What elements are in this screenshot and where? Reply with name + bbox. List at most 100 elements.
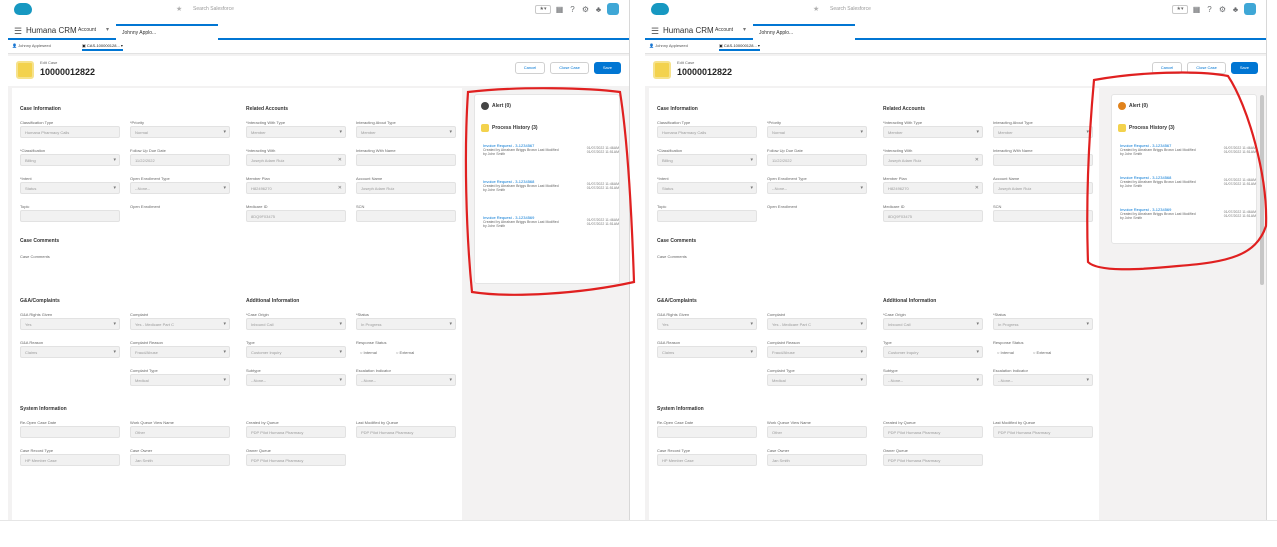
list-item[interactable]: Invoice Request - 3-1234569 Created by A… <box>1120 207 1260 220</box>
complaint-type-select[interactable]: Medical ▾ <box>130 374 230 386</box>
list-item[interactable]: Invoice Request - 3-1234568 Created by A… <box>483 179 623 192</box>
app-launcher-icon[interactable]: ☰ <box>651 26 659 37</box>
work-queue-view-field[interactable]: Other <box>767 426 867 438</box>
close-icon[interactable]: ✕ <box>338 185 342 191</box>
type-select[interactable]: Customer Inquiry ▾ <box>246 346 346 358</box>
global-search-input[interactable]: Search Salesforce <box>830 6 950 16</box>
list-item[interactable]: Invoice Request - 3-1234567 Created by A… <box>1120 143 1260 156</box>
alerts-header[interactable]: Alert (0) <box>481 102 511 110</box>
last-modified-queue-field[interactable]: PDP Pilot Humana Pharmacy <box>993 426 1093 438</box>
account-name-field[interactable]: Joseph Adam Ruiz <box>993 182 1093 194</box>
scn-field[interactable] <box>356 210 456 222</box>
alerts-header[interactable]: Alert (0) <box>1118 102 1148 110</box>
follow-up-date-field[interactable]: 11/22/2022 <box>767 154 867 166</box>
complaint-reason-select[interactable]: Fraud/Abuse ▾ <box>130 346 230 358</box>
save-button[interactable]: Save <box>593 62 621 74</box>
status-select[interactable]: In Progress ▾ <box>356 318 456 330</box>
escalation-indicator-select[interactable]: --None-- ▾ <box>356 374 456 386</box>
case-origin-select[interactable]: Inbound Call ▾ <box>246 318 346 330</box>
subtab-case[interactable]: ▣ CAS-100000128... ▾ <box>719 43 760 51</box>
nav-item-account[interactable]: Account <box>78 27 96 33</box>
subtab-case[interactable]: ▣ CAS-100000128... ▾ <box>82 43 123 51</box>
interacting-with-lookup[interactable]: Joseph Adam Ruiz ✕ <box>246 154 346 166</box>
case-origin-select[interactable]: Inbound Call ▾ <box>883 318 983 330</box>
gear-icon[interactable]: ⚙ <box>581 5 590 14</box>
star-icon[interactable]: ★ <box>813 5 819 13</box>
cancel-button[interactable]: Cancel <box>514 62 546 74</box>
subtype-select[interactable]: --None-- ▾ <box>883 374 983 386</box>
complaint-reason-select[interactable]: Fraud/Abuse ▾ <box>767 346 867 358</box>
intent-select[interactable]: Status ▾ <box>20 182 120 194</box>
radio-external[interactable]: ○ External <box>396 350 414 355</box>
case-record-type-field[interactable]: HP Member Case <box>20 454 120 466</box>
interacting-about-type-select[interactable]: Member ▾ <box>993 126 1093 138</box>
process-history-header[interactable]: Process History (3) <box>1118 124 1175 132</box>
help-icon[interactable]: ? <box>568 5 577 14</box>
chevron-down-icon[interactable]: ▾ <box>106 26 109 33</box>
complaint-type-select[interactable]: Medical ▾ <box>767 374 867 386</box>
bell-icon[interactable]: ♣ <box>1231 5 1240 14</box>
chevron-down-icon[interactable]: ▾ <box>743 26 746 33</box>
member-plan-lookup[interactable]: H82496270 ✕ <box>883 182 983 194</box>
medicare-id-field[interactable]: 8DQ9F03475 <box>883 210 983 222</box>
work-queue-view-field[interactable]: Other <box>130 426 230 438</box>
bell-icon[interactable]: ♣ <box>594 5 603 14</box>
member-plan-lookup[interactable]: H82496270 ✕ <box>246 182 346 194</box>
interacting-with-type-select[interactable]: Member ▾ <box>883 126 983 138</box>
nav-item-account[interactable]: Account <box>715 27 733 33</box>
subtab-person[interactable]: 👤 Johnny Appleseed <box>12 43 51 48</box>
radio-internal[interactable]: ○ Internal <box>360 350 377 355</box>
escalation-indicator-select[interactable]: --None-- ▾ <box>993 374 1093 386</box>
grid-icon[interactable]: ▦ <box>555 5 564 14</box>
case-record-type-field[interactable]: HP Member Case <box>657 454 757 466</box>
close-icon[interactable]: ✕ <box>338 157 342 163</box>
save-button[interactable]: Save <box>1230 62 1258 74</box>
classification-select[interactable]: Billing ▾ <box>657 154 757 166</box>
star-icon[interactable]: ★ <box>176 5 182 13</box>
subtab-person[interactable]: 👤 Johnny Appleseed <box>649 43 688 48</box>
avatar[interactable] <box>607 3 619 15</box>
classification-type-field[interactable]: Humana Pharmacy Calls <box>657 126 757 138</box>
type-select[interactable]: Customer Inquiry ▾ <box>883 346 983 358</box>
medicare-id-field[interactable]: 8DQ9F03475 <box>246 210 346 222</box>
open-enrollment-type-select[interactable]: --None-- ▾ <box>130 182 230 194</box>
scrollbar[interactable] <box>1260 95 1264 285</box>
ga-rights-select[interactable]: Yes ▾ <box>20 318 120 330</box>
close-case-button[interactable]: Close Case <box>1187 62 1226 74</box>
list-item[interactable]: Invoice Request - 3-1234569 Created by A… <box>483 215 623 228</box>
favorites-icon[interactable]: ★▾ <box>535 4 551 14</box>
favorites-icon[interactable]: ★▾ <box>1172 4 1188 14</box>
owner-queue-field[interactable]: PDP Pilot Humana Pharmacy <box>246 454 346 466</box>
ga-rights-select[interactable]: Yes ▾ <box>657 318 757 330</box>
created-by-queue-field[interactable]: PDP Pilot Humana Pharmacy <box>246 426 346 438</box>
reopen-date-field[interactable] <box>20 426 120 438</box>
case-owner-field[interactable]: Jan Smith <box>767 454 867 466</box>
avatar[interactable] <box>1244 3 1256 15</box>
intent-select[interactable]: Status ▾ <box>657 182 757 194</box>
account-name-field[interactable]: Joseph Adam Ruiz <box>356 182 456 194</box>
subtype-select[interactable]: --None-- ▾ <box>246 374 346 386</box>
close-icon[interactable]: ✕ <box>975 185 979 191</box>
tab-johnny[interactable]: Johnny Applo... <box>116 24 218 40</box>
complaint-select[interactable]: Yes - Medicare Part C ▾ <box>767 318 867 330</box>
open-enrollment-type-select[interactable]: --None-- ▾ <box>767 182 867 194</box>
list-item[interactable]: Invoice Request - 3-1234567 Created by A… <box>483 143 623 156</box>
reopen-date-field[interactable] <box>657 426 757 438</box>
interacting-with-lookup[interactable]: Joseph Adam Ruiz ✕ <box>883 154 983 166</box>
last-modified-queue-field[interactable]: PDP Pilot Humana Pharmacy <box>356 426 456 438</box>
grid-icon[interactable]: ▦ <box>1192 5 1201 14</box>
case-owner-field[interactable]: Jan Smith <box>130 454 230 466</box>
classification-type-field[interactable]: Humana Pharmacy Calls <box>20 126 120 138</box>
radio-internal[interactable]: ○ Internal <box>997 350 1014 355</box>
close-icon[interactable]: ✕ <box>975 157 979 163</box>
ga-reason-select[interactable]: Claims ▾ <box>657 346 757 358</box>
help-icon[interactable]: ? <box>1205 5 1214 14</box>
global-search-input[interactable]: Search Salesforce <box>193 6 313 16</box>
interacting-about-type-select[interactable]: Member ▾ <box>356 126 456 138</box>
cancel-button[interactable]: Cancel <box>1151 62 1183 74</box>
created-by-queue-field[interactable]: PDP Pilot Humana Pharmacy <box>883 426 983 438</box>
status-select[interactable]: In Progress ▾ <box>993 318 1093 330</box>
gear-icon[interactable]: ⚙ <box>1218 5 1227 14</box>
priority-select[interactable]: Normal ▾ <box>767 126 867 138</box>
topic-field[interactable] <box>657 210 757 222</box>
